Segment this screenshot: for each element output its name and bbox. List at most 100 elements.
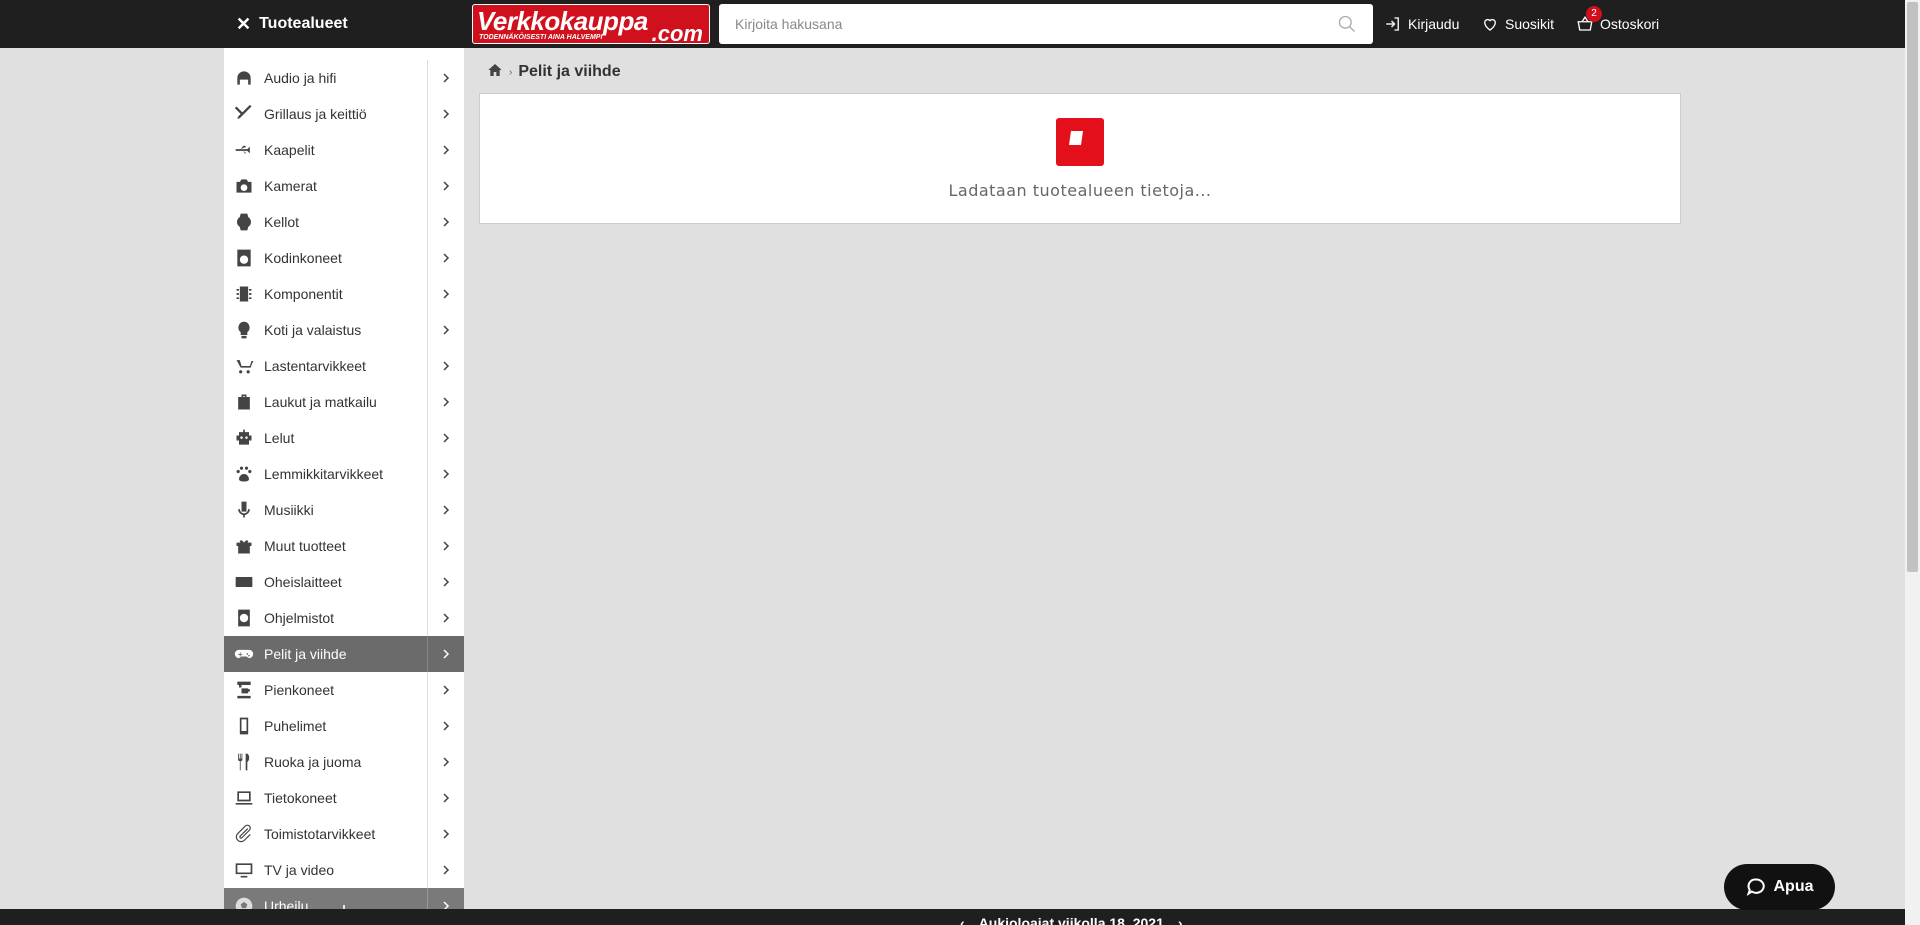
close-icon: ✕: [236, 13, 252, 34]
chevron-right-icon[interactable]: [427, 708, 464, 744]
chevron-right-icon[interactable]: [427, 132, 464, 168]
categories-menu-toggle[interactable]: ✕ Tuotealueet: [236, 12, 348, 36]
gamepad-icon: [234, 644, 254, 664]
login-button[interactable]: Kirjaudu: [1384, 12, 1459, 36]
chevron-right-icon[interactable]: [427, 348, 464, 384]
loading-spinner-icon: [1056, 118, 1104, 166]
sidebar-item[interactable]: Kellot: [224, 204, 464, 240]
sidebar-item[interactable]: Tietokoneet: [224, 780, 464, 816]
login-icon: [1386, 17, 1399, 31]
sidebar-item[interactable]: Laukut ja matkailu: [224, 384, 464, 420]
sidebar-item[interactable]: Pelit ja viihde: [224, 636, 464, 672]
sidebar-item[interactable]: Kamerat: [224, 168, 464, 204]
monitor-icon: [234, 860, 254, 880]
sidebar-item[interactable]: TV ja video: [224, 852, 464, 888]
breadcrumb-separator: ›: [509, 66, 513, 78]
stroller-icon: [234, 356, 254, 376]
sidebar-item[interactable]: Lastentarvikkeet: [224, 348, 464, 384]
chevron-right-icon[interactable]: [427, 420, 464, 456]
paw-icon: [234, 464, 254, 484]
search-box: [719, 4, 1373, 44]
sidebar-item[interactable]: Lelut: [224, 420, 464, 456]
breadcrumb-current: Pelit ja viihde: [518, 63, 621, 80]
sidebar-item[interactable]: Kaapelit: [224, 132, 464, 168]
sidebar-item[interactable]: Audio ja hifi: [224, 60, 464, 96]
page-scrollbar[interactable]: [1905, 0, 1920, 925]
help-button[interactable]: Apua: [1724, 864, 1835, 910]
home-icon: [488, 63, 502, 76]
sidebar-item[interactable]: Ohjelmistot: [224, 600, 464, 636]
cart-count-badge: 2: [1586, 6, 1602, 22]
chevron-right-icon[interactable]: [427, 312, 464, 348]
software-icon: [234, 608, 254, 628]
headphones-icon: [234, 68, 254, 88]
robot-icon: [234, 428, 254, 448]
chevron-right-icon[interactable]: [427, 276, 464, 312]
sidebar-item[interactable]: Muut tuotteet: [224, 528, 464, 564]
chevron-right-icon[interactable]: [427, 636, 464, 672]
search-input[interactable]: [719, 4, 1319, 44]
chip-icon: [234, 284, 254, 304]
keyboard-icon: [234, 572, 254, 592]
sidebar-item[interactable]: Toimistotarvikkeet: [224, 816, 464, 852]
paperclip-icon: [234, 824, 254, 844]
verkkokauppa-logo[interactable]: Verkkokauppa .com TODENNÄKÖISESTI AINA H…: [472, 4, 710, 44]
favorites-label: Suosikit: [1505, 16, 1555, 32]
prev-week-icon[interactable]: ‹: [960, 915, 965, 925]
loading-panel: Ladataan tuotealueen tietoja...: [479, 93, 1681, 224]
chevron-right-icon[interactable]: [427, 564, 464, 600]
suitcase-icon: [234, 392, 254, 412]
gift-icon: [234, 536, 254, 556]
chevron-right-icon[interactable]: [427, 60, 464, 96]
sidebar-item[interactable]: Puhelimet: [224, 708, 464, 744]
phone-icon: [234, 716, 254, 736]
breadcrumb: › Pelit ja viihde: [487, 62, 621, 82]
chevron-right-icon[interactable]: [427, 528, 464, 564]
microphone-icon: [234, 500, 254, 520]
chevron-right-icon[interactable]: [427, 168, 464, 204]
sidebar-item[interactable]: Komponentit: [224, 276, 464, 312]
chevron-right-icon[interactable]: [427, 240, 464, 276]
sidebar-item[interactable]: Kodinkoneet: [224, 240, 464, 276]
chevron-right-icon[interactable]: [427, 780, 464, 816]
login-label: Kirjaudu: [1408, 16, 1460, 32]
camera-icon: [234, 176, 254, 196]
washing-machine-icon: [234, 248, 254, 268]
heart-icon: [1484, 18, 1496, 31]
cart-label: Ostoskori: [1600, 16, 1660, 32]
sidebar-item[interactable]: Pienkoneet: [224, 672, 464, 708]
chevron-right-icon[interactable]: [427, 492, 464, 528]
chevron-right-icon[interactable]: [427, 96, 464, 132]
chevron-right-icon[interactable]: [427, 744, 464, 780]
cart-button[interactable]: 2 Ostoskori: [1576, 6, 1660, 36]
top-bar: ✕ Tuotealueet Verkkokauppa .com TODENNÄK…: [0, 0, 1920, 48]
chevron-right-icon[interactable]: [427, 672, 464, 708]
favorites-button[interactable]: Suosikit: [1481, 12, 1554, 36]
menu-toggle-label: Tuotealueet: [259, 15, 348, 32]
search-icon[interactable]: [1337, 14, 1357, 34]
coffee-machine-icon: [234, 680, 254, 700]
opening-hours-text: Aukioloajat viikolla 18, 2021: [978, 915, 1164, 925]
category-sidebar: Audio ja hifi Grillaus ja keittiö Kaapelit…: [224, 48, 464, 925]
chevron-right-icon[interactable]: [427, 600, 464, 636]
chevron-right-icon[interactable]: [427, 384, 464, 420]
watch-icon: [234, 212, 254, 232]
sidebar-item[interactable]: Ruoka ja juoma: [224, 744, 464, 780]
opening-hours: ‹ Aukioloajat viikolla 18, 2021 ›: [960, 915, 1183, 925]
utensils-icon: [234, 104, 254, 124]
chevron-right-icon[interactable]: [427, 852, 464, 888]
cutlery-icon: [234, 752, 254, 772]
sidebar-item[interactable]: Lemmikkitarvikkeet: [224, 456, 464, 492]
chevron-right-icon[interactable]: [427, 204, 464, 240]
scrollbar-thumb[interactable]: [1907, 2, 1918, 572]
home-link[interactable]: [487, 62, 503, 83]
sidebar-item[interactable]: Oheislaitteet: [224, 564, 464, 600]
chevron-right-icon[interactable]: [427, 816, 464, 852]
next-week-icon[interactable]: ›: [1178, 915, 1183, 925]
chat-bubble-icon: [1746, 878, 1765, 896]
usb-icon: [234, 140, 254, 160]
sidebar-item[interactable]: Grillaus ja keittiö: [224, 96, 464, 132]
sidebar-item[interactable]: Musiikki: [224, 492, 464, 528]
sidebar-item[interactable]: Koti ja valaistus: [224, 312, 464, 348]
chevron-right-icon[interactable]: [427, 456, 464, 492]
